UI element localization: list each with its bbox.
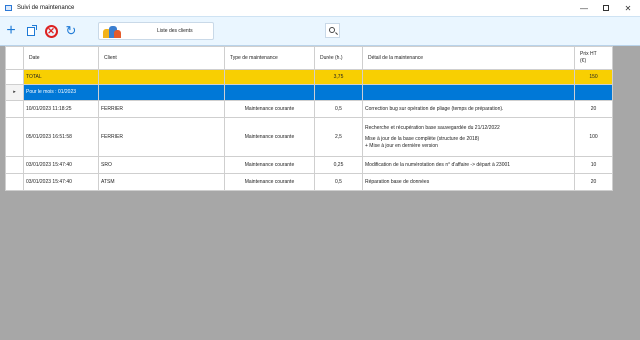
cell-duree: 0,25 (314, 156, 363, 174)
month-group-label: Pour le mois : 01/2023 (23, 84, 99, 101)
window-title: Suivi de maintenance (17, 5, 75, 11)
cell-detail: Modification de la numérotation des n° d… (362, 156, 575, 174)
col-header-prix-line2: (€) (580, 58, 587, 64)
total-cell-client (98, 69, 225, 85)
clients-list-button[interactable]: Liste des clients (98, 22, 214, 40)
row-header-corner (5, 46, 24, 70)
col-header-duree[interactable]: Durée (h.) (314, 46, 363, 70)
export-icon (27, 24, 37, 36)
maximize-button[interactable] (596, 0, 616, 16)
cell-type: Maintenance courante (224, 156, 315, 174)
col-header-prix[interactable]: Prix HT (€) (574, 46, 613, 70)
total-duree: 3,75 (314, 69, 363, 85)
add-button[interactable]: + (4, 22, 18, 39)
cell-duree: 0,5 (314, 173, 363, 191)
cell-prix: 20 (574, 173, 613, 191)
row-header (5, 69, 24, 85)
cell-prix: 100 (574, 117, 613, 157)
total-label: TOTAL (23, 69, 99, 85)
minimize-button[interactable]: — (574, 0, 594, 16)
row-header (5, 117, 24, 157)
row-header (5, 100, 24, 118)
cell-date: 05/01/2023 16:51:58 (23, 117, 99, 157)
delete-button[interactable]: ✕ (44, 24, 58, 38)
col-header-client[interactable]: Client (98, 46, 225, 70)
table-row[interactable]: 03/01/2023 15:47:40 SRO Maintenance cour… (5, 156, 613, 174)
total-prix: 150 (574, 69, 613, 85)
toolbar: + ✕ ↻ Liste des clients (0, 16, 640, 46)
total-row[interactable]: TOTAL 3,75 150 (5, 69, 613, 85)
grid-area: Date Client Type de maintenance Durée (h… (0, 46, 640, 340)
cell-detail: Réparation base de données (362, 173, 575, 191)
cell-type: Maintenance courante (224, 117, 315, 157)
cell-client: FERRIER (98, 117, 225, 157)
table-row[interactable]: 03/01/2023 15:47:40 ATSM Maintenance cou… (5, 173, 613, 191)
cell-prix: 10 (574, 156, 613, 174)
cell-duree: 0,5 (314, 100, 363, 118)
col-header-detail[interactable]: Détail de la maintenance (362, 46, 575, 70)
cell-client: SRO (98, 156, 225, 174)
cell-client: FERRIER (98, 100, 225, 118)
table-row[interactable]: 05/01/2023 16:51:58 FERRIER Maintenance … (5, 117, 613, 157)
cell-date: 10/01/2023 11:18:25 (23, 100, 99, 118)
row-header (5, 156, 24, 174)
clients-list-label: Liste des clients (157, 28, 193, 34)
col-header-date[interactable]: Date (23, 46, 99, 70)
detail-line: Mise à jour de la base complète (structu… (365, 135, 480, 142)
cell-type: Maintenance courante (224, 173, 315, 191)
cell-type: Maintenance courante (224, 100, 315, 118)
add-icon: + (6, 22, 16, 39)
detail-line: Réparation base de données (365, 178, 430, 185)
cell-prix: 20 (574, 100, 613, 118)
search-icon (329, 27, 335, 33)
cell-date: 03/01/2023 15:47:40 (23, 173, 99, 191)
group-expander-icon[interactable]: ▸ (5, 84, 24, 101)
table-row[interactable]: 10/01/2023 11:18:25 FERRIER Maintenance … (5, 100, 613, 118)
cell-client: ATSM (98, 173, 225, 191)
detail-line: Recherche et récupération base sauvegard… (365, 124, 500, 131)
export-button[interactable] (24, 24, 38, 38)
maintenance-grid: Date Client Type de maintenance Durée (h… (5, 46, 613, 191)
title-bar: Suivi de maintenance — ✕ (0, 0, 640, 16)
refresh-icon: ↻ (65, 23, 77, 38)
total-cell-type (224, 69, 315, 85)
delete-icon: ✕ (44, 24, 58, 38)
close-button[interactable]: ✕ (618, 0, 638, 16)
app-icon (5, 5, 12, 11)
cell-duree: 2,5 (314, 117, 363, 157)
clients-list-icon (103, 25, 121, 38)
refresh-button[interactable]: ↻ (64, 24, 78, 38)
detail-line: Correction bug sur opération de pliage (… (365, 105, 504, 112)
detail-line: Modification de la numérotation des n° d… (365, 161, 511, 168)
col-header-prix-line1: Prix HT (580, 51, 597, 57)
detail-line: + Mise à jour en dernière version (365, 142, 438, 149)
month-group-row[interactable]: ▸ Pour le mois : 01/2023 (5, 84, 613, 101)
cell-date: 03/01/2023 15:47:40 (23, 156, 99, 174)
search-button[interactable] (325, 23, 340, 38)
cell-detail: Recherche et récupération base sauvegard… (362, 117, 575, 157)
grid-header-row: Date Client Type de maintenance Durée (h… (5, 46, 613, 70)
maximize-icon (603, 5, 609, 11)
cell-detail: Correction bug sur opération de pliage (… (362, 100, 575, 118)
row-header (5, 173, 24, 191)
total-cell-detail (362, 69, 575, 85)
col-header-type[interactable]: Type de maintenance (224, 46, 315, 70)
